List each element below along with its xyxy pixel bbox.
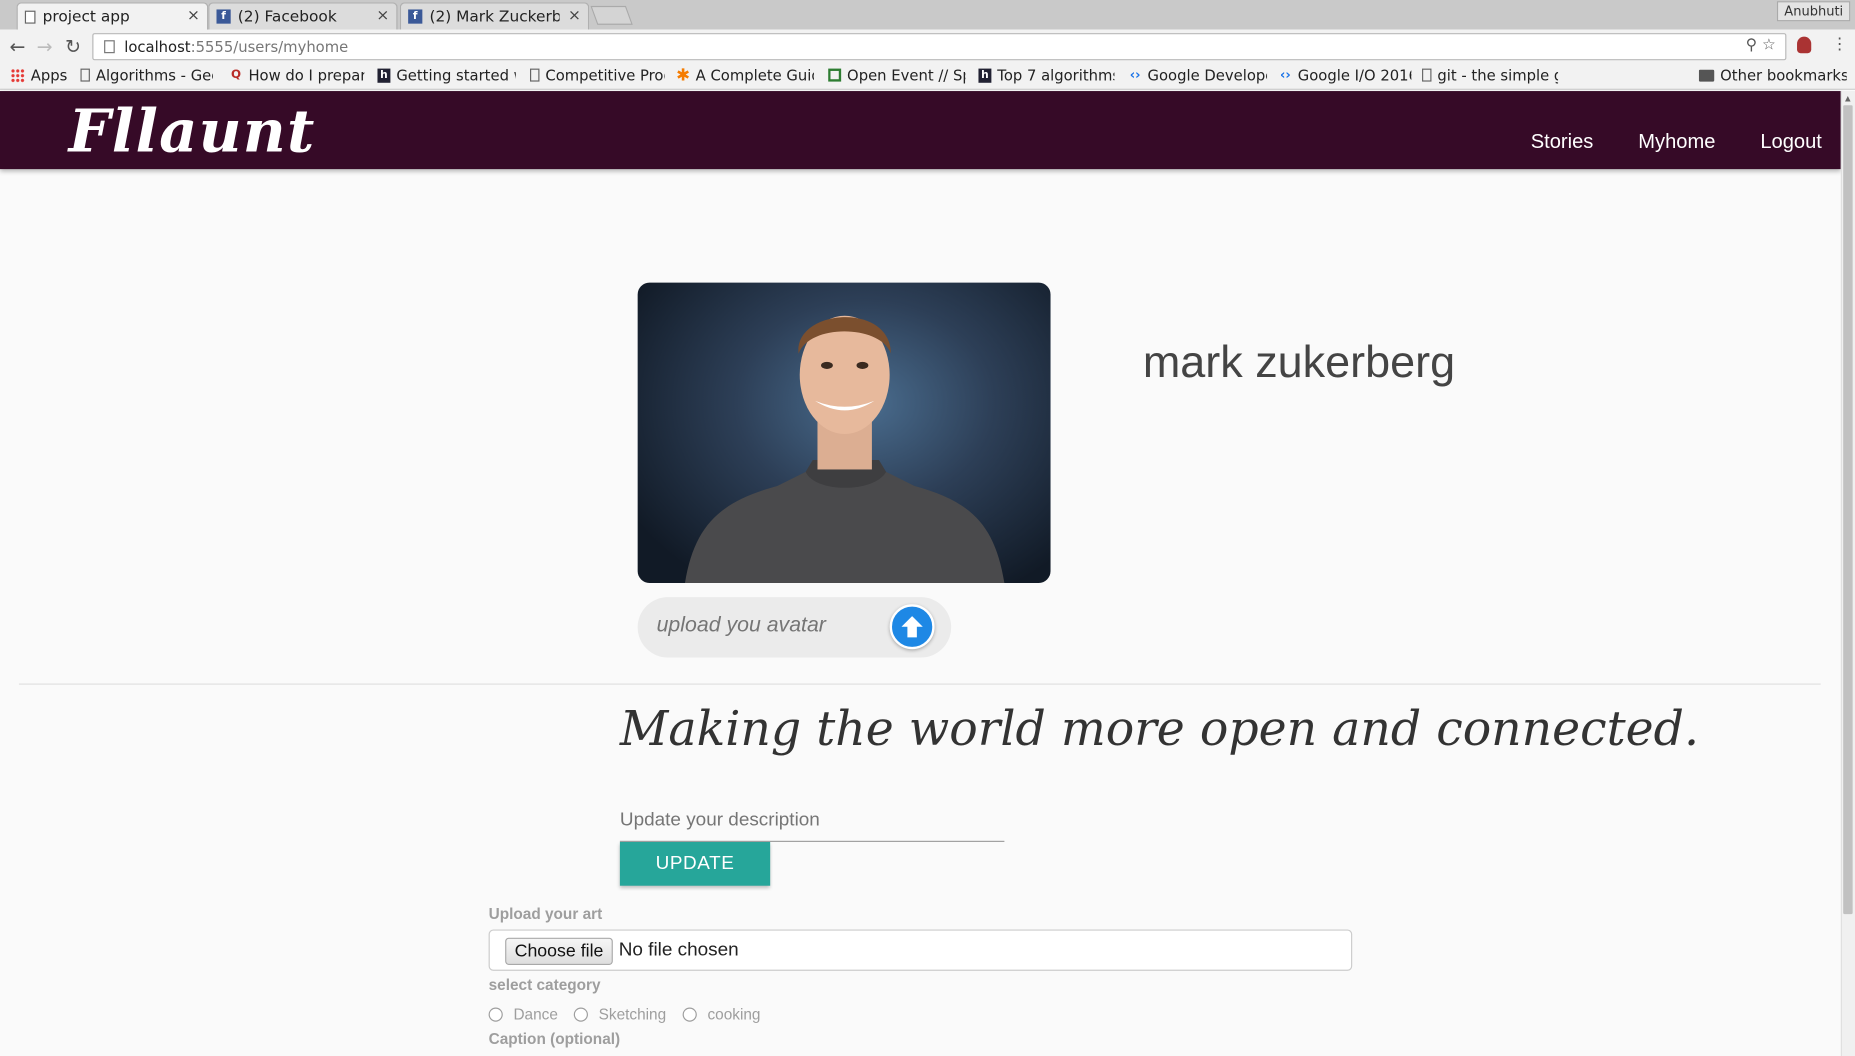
bookmark-label: Other bookmarks xyxy=(1720,66,1847,84)
bookmark-apps[interactable]: Apps xyxy=(10,66,73,84)
apps-grid-icon xyxy=(10,67,25,83)
app-logo[interactable]: Fllaunt xyxy=(69,96,316,166)
radio-label-dance: Dance xyxy=(513,1005,558,1023)
section-divider xyxy=(18,683,1821,685)
facebook-icon: f xyxy=(408,9,423,24)
choose-file-button[interactable]: Choose file xyxy=(505,937,613,965)
asterisk-icon: ✱ xyxy=(676,66,691,84)
back-arrow-icon[interactable]: ← xyxy=(9,35,25,57)
bookmark-label: A Complete Guid xyxy=(695,66,814,84)
update-button[interactable]: UPDATE xyxy=(619,841,771,886)
radio-label-sketching: Sketching xyxy=(598,1005,667,1023)
upload-art-label: Upload your art xyxy=(488,904,603,923)
nav-links: Stories Myhome Logout xyxy=(1531,130,1822,154)
profile-name: mark zukerberg xyxy=(1142,338,1456,388)
code-icon: ‹› xyxy=(1279,67,1291,83)
file-input[interactable]: Choose file No file chosen xyxy=(488,929,1353,971)
bookmark-item[interactable]: Open Event // Sp xyxy=(828,66,965,84)
nav-myhome[interactable]: Myhome xyxy=(1638,130,1715,154)
bookmark-label: Apps xyxy=(30,66,68,84)
scrollbar-thumb[interactable] xyxy=(1843,105,1853,915)
app-navbar: Fllaunt Stories Myhome Logout xyxy=(0,91,1841,170)
radio-sketching[interactable] xyxy=(573,1007,588,1022)
upload-avatar-input[interactable] xyxy=(656,612,870,638)
folder-icon xyxy=(1698,69,1715,82)
bookmark-label: Top 7 algorithms xyxy=(997,66,1115,84)
profile-button[interactable]: Anubhuti xyxy=(1777,1,1851,22)
radio-cooking[interactable] xyxy=(682,1007,697,1022)
caption-label: Caption (optional) xyxy=(488,1029,621,1048)
bookmark-item[interactable]: h Getting started w xyxy=(377,66,516,84)
upload-avatar-button[interactable] xyxy=(889,604,935,650)
bookmark-label: Getting started w xyxy=(396,66,516,84)
browser-toolbar: ← → ↻ localhost:5555/users/myhome ⚲ ☆ ⋮ xyxy=(0,29,1855,64)
bookmark-item[interactable]: ‹› Google I/O 2016 xyxy=(1279,66,1412,84)
close-icon[interactable]: × xyxy=(187,7,200,25)
page-icon xyxy=(530,68,540,82)
scroll-up-arrow-icon[interactable]: ▲ xyxy=(1843,93,1852,104)
tab-title: (2) Facebook xyxy=(237,7,337,26)
page-icon xyxy=(24,10,36,24)
radio-dance[interactable] xyxy=(488,1007,503,1022)
bookmarks-bar: Apps Algorithms - Gee Q How do I prepare … xyxy=(0,63,1855,90)
tab-mark-zuckerberg[interactable]: f (2) Mark Zuckerberg × xyxy=(399,2,590,30)
bookmark-item[interactable]: ✱ A Complete Guid xyxy=(677,66,814,84)
bookmark-label: Competitive Prog xyxy=(545,66,665,84)
close-icon[interactable]: × xyxy=(568,7,581,25)
page-icon xyxy=(104,40,115,54)
hackerearth-icon: h xyxy=(978,67,992,83)
nav-logout[interactable]: Logout xyxy=(1760,130,1822,154)
tab-title: (2) Mark Zuckerberg xyxy=(429,7,559,26)
bookmark-item[interactable]: Competitive Prog xyxy=(530,66,665,84)
radio-label-cooking: cooking xyxy=(707,1005,761,1023)
hackerearth-icon: h xyxy=(377,67,391,83)
bookmark-item[interactable]: Q How do I prepare xyxy=(230,66,365,84)
tab-facebook[interactable]: f (2) Facebook × xyxy=(208,2,398,30)
address-bar[interactable]: localhost:5555/users/myhome ⚲ ☆ xyxy=(92,33,1787,61)
tab-project-app[interactable]: project app × xyxy=(16,2,209,31)
bookmark-label: Algorithms - Gee xyxy=(95,66,213,84)
category-label: select category xyxy=(488,975,601,994)
bookmark-label: How do I prepare xyxy=(248,66,365,84)
bookmark-item[interactable]: ‹› Google Develope xyxy=(1129,66,1267,84)
page-icon xyxy=(80,68,90,82)
open-event-icon xyxy=(828,68,842,82)
bookmark-item[interactable]: h Top 7 algorithms xyxy=(978,66,1114,84)
arrow-up-icon xyxy=(901,616,923,638)
bookmark-item[interactable]: Algorithms - Gee xyxy=(80,66,213,84)
quora-icon: Q xyxy=(230,68,242,82)
profile-description: Making the world more open and connected… xyxy=(619,702,1700,757)
code-icon: ‹› xyxy=(1129,67,1141,83)
close-icon[interactable]: × xyxy=(376,7,389,25)
bookmark-label: git - the simple g xyxy=(1437,66,1559,84)
url-path: :5555/users/myhome xyxy=(190,37,349,56)
bookmark-item[interactable]: git - the simple g xyxy=(1422,66,1558,84)
page-icon xyxy=(1422,68,1432,82)
forward-arrow-icon[interactable]: → xyxy=(37,35,53,57)
avatar-photo xyxy=(684,315,1005,583)
other-bookmarks[interactable]: Other bookmarks xyxy=(1698,66,1847,84)
tab-strip: project app × f (2) Facebook × f (2) Mar… xyxy=(0,0,1855,31)
new-tab-button[interactable] xyxy=(590,5,633,25)
url-host: localhost xyxy=(124,37,191,56)
nav-stories[interactable]: Stories xyxy=(1531,130,1594,154)
reload-icon[interactable]: ↻ xyxy=(65,35,81,57)
file-status: No file chosen xyxy=(618,940,739,961)
bookmark-label: Google I/O 2016 xyxy=(1297,66,1412,84)
browser-window: project app × f (2) Facebook × f (2) Mar… xyxy=(0,0,1855,1056)
facebook-icon: f xyxy=(216,9,231,24)
bookmark-label: Google Develope xyxy=(1147,66,1268,84)
description-input[interactable] xyxy=(619,799,1005,842)
menu-icon[interactable]: ⋮ xyxy=(1831,34,1848,54)
extension-icon[interactable] xyxy=(1797,36,1812,54)
zoom-icon[interactable]: ⚲ ☆ xyxy=(1746,37,1776,55)
profile-avatar-image xyxy=(637,282,1051,583)
bookmark-label: Open Event // Sp xyxy=(847,66,966,84)
tab-title: project app xyxy=(42,8,130,27)
